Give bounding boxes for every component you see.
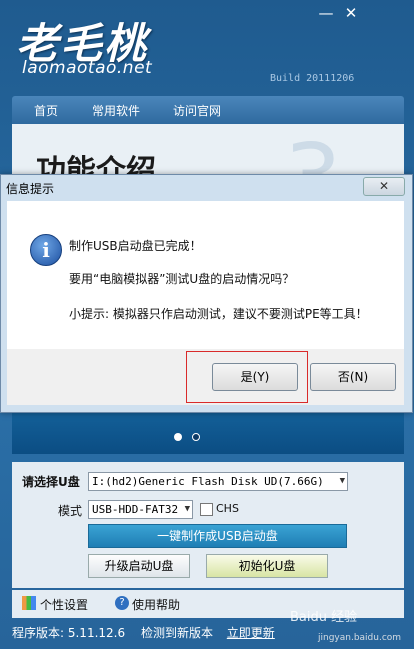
info-icon: i [30, 234, 62, 266]
minimize-button[interactable]: — [315, 4, 337, 24]
upgrade-usb-button[interactable]: 升级启动U盘 [88, 554, 190, 578]
chs-label: CHS [216, 502, 239, 515]
usb-select-value: I:(hd2)Generic Flash Disk UD(7.66G) [92, 475, 324, 488]
tab-bar: 首页 常用软件 访问官网 [12, 96, 404, 124]
tab-website[interactable]: 访问官网 [173, 102, 221, 119]
make-usb-button[interactable]: 一键制作成USB启动盘 [88, 524, 347, 548]
mode-select[interactable]: USB-HDD-FAT32 ▼ [88, 500, 193, 519]
status-bar: 程序版本: 5.11.12.6 检测到新版本 立即更新 [12, 624, 275, 641]
watermark-url: jingyan.baidu.com [318, 633, 402, 643]
help-link[interactable]: 使用帮助 [132, 596, 180, 613]
help-icon: ? [115, 596, 129, 610]
info-dialog: 信息提示 ✕ i 制作USB启动盘已完成！ 要用“电脑模拟器”测试U盘的启动情况… [0, 174, 413, 413]
watermark-text: Baidu 经验 [290, 610, 358, 625]
usb-label: 请选择U盘 [22, 475, 80, 489]
update-now-link[interactable]: 立即更新 [227, 626, 275, 640]
personal-settings-link[interactable]: 个性设置 [40, 596, 88, 613]
dialog-tip: 小提示: 模拟器只作启动测试，建议不要测试PE等工具！ [69, 307, 368, 321]
no-button[interactable]: 否(N) [310, 363, 396, 391]
carousel-dot-1[interactable] [174, 433, 182, 441]
usb-select[interactable]: I:(hd2)Generic Flash Disk UD(7.66G) ▼ [88, 472, 348, 491]
tab-home[interactable]: 首页 [34, 102, 58, 119]
chevron-down-icon: ▼ [339, 476, 345, 486]
tab-software[interactable]: 常用软件 [92, 102, 140, 119]
new-version-text: 检测到新版本 [140, 626, 213, 640]
mode-label: 模式 [58, 504, 83, 518]
chs-checkbox[interactable] [200, 503, 213, 516]
dialog-message-2: 要用“电脑模拟器”测试U盘的启动情况吗？ [69, 272, 295, 286]
dialog-message-1: 制作USB启动盘已完成！ [69, 239, 202, 253]
carousel-dot-2[interactable] [192, 433, 200, 441]
site-url: laomaotao.net [22, 58, 153, 78]
close-button[interactable]: ✕ [340, 4, 362, 24]
usb-panel: 请选择U盘 I:(hd2)Generic Flash Disk UD(7.66G… [12, 462, 404, 588]
yes-button[interactable]: 是(Y) [212, 363, 298, 391]
init-usb-button[interactable]: 初始化U盘 [206, 554, 328, 578]
dialog-close-button[interactable]: ✕ [363, 177, 405, 196]
mode-select-value: USB-HDD-FAT32 [92, 503, 179, 516]
build-label: Build 20111206 [270, 73, 355, 84]
chevron-down-icon: ▼ [184, 504, 190, 514]
dialog-title: 信息提示 [6, 182, 55, 196]
palette-icon [22, 596, 36, 610]
version-text: 程序版本: 5.11.12.6 [12, 626, 126, 640]
